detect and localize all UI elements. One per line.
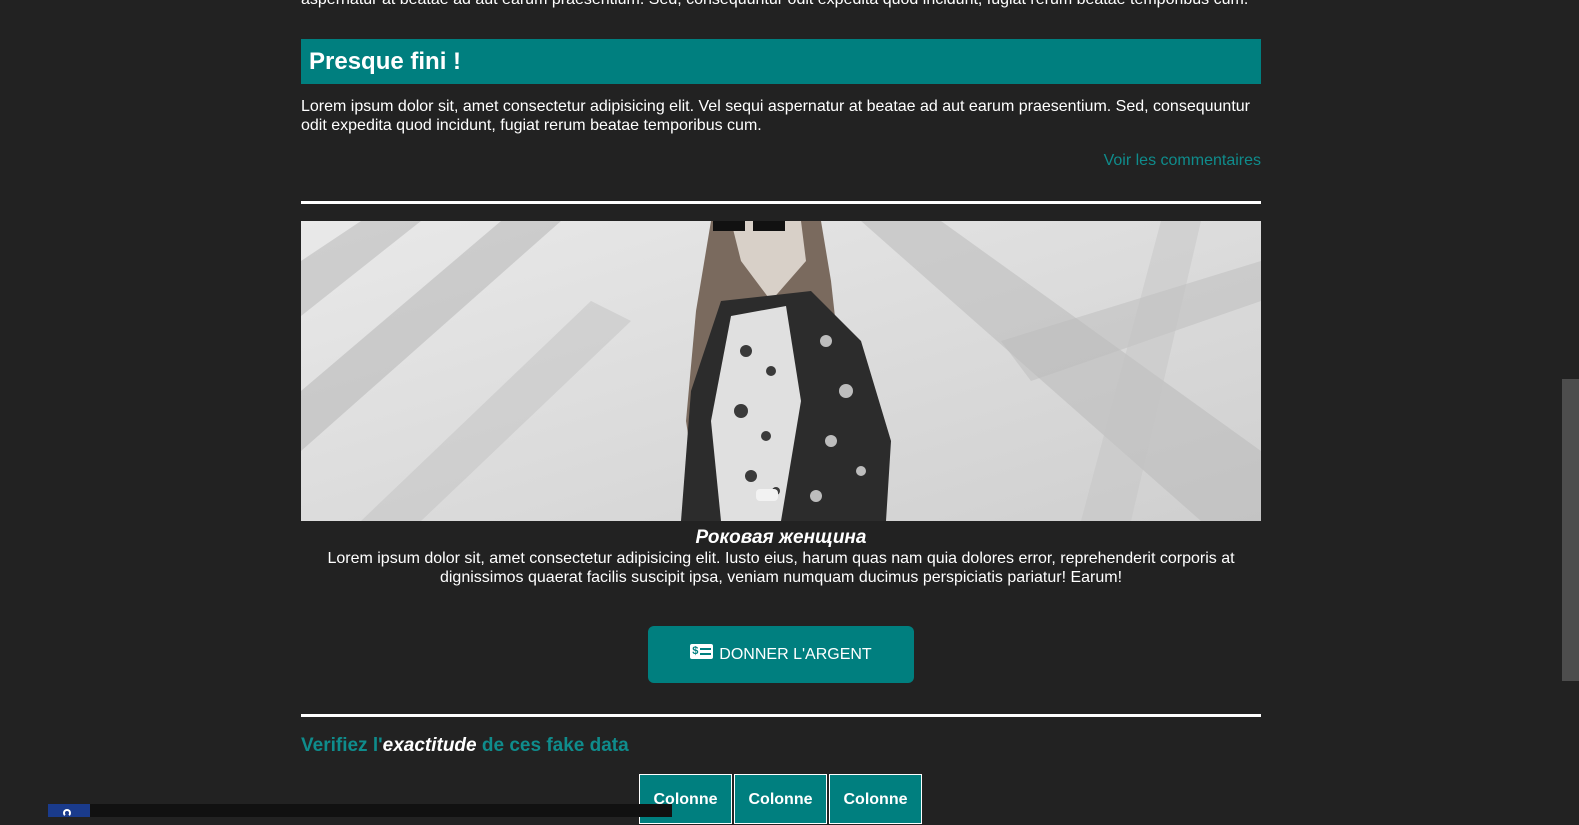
page-scrollbar[interactable] (1562, 0, 1579, 817)
previous-paragraph: aspernatur at beatae ad aut earum praese… (301, 0, 1261, 9)
donate-button[interactable]: $ DONNER L'ARGENT (648, 626, 914, 683)
section-paragraph: Lorem ipsum dolor sit, amet consectetur … (301, 98, 1250, 134)
scrollbar-thumb[interactable] (1562, 379, 1579, 681)
divider (301, 714, 1261, 717)
donate-button-label: DONNER L'ARGENT (719, 645, 872, 663)
money-bill-icon: $ (690, 644, 714, 659)
overlay-badge[interactable] (48, 804, 90, 817)
verify-heading-suffix: de ces fake data (476, 735, 629, 756)
view-comments-link[interactable]: Voir les commentaires (1104, 151, 1261, 170)
verify-heading-emphasis: exactitude (382, 735, 477, 756)
verify-heading-prefix: Verifiez l' (301, 735, 383, 756)
verify-heading: Verifiez l'exactitude de ces fake data (301, 735, 629, 757)
photo-caption-title: Роковая женщина (695, 527, 867, 548)
section-heading: Presque fini ! (301, 39, 1261, 84)
divider (301, 201, 1261, 204)
photo-caption-text: Lorem ipsum dolor sit, amet consectetur … (327, 550, 1235, 586)
bottom-overlay-bar[interactable] (48, 804, 672, 817)
overlay-badge-icon (63, 809, 71, 817)
featured-photo (301, 221, 1261, 521)
